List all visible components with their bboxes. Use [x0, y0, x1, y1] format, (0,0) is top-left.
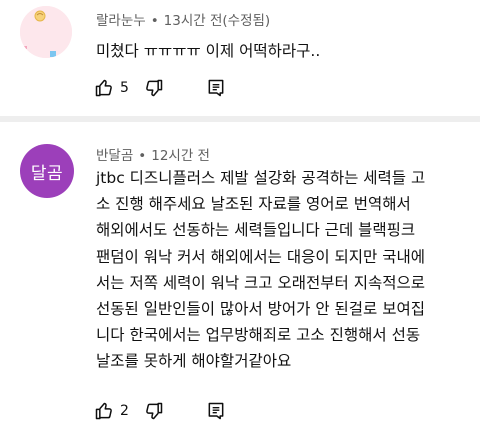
comment-text: 미쳤다 ㅠㅠㅠㅠ 이제 어떡하라구..	[96, 39, 320, 61]
comment-text: jtbc 디즈니플러스 제발 설강화 공격하는 세력들 고 소 진행 해주세요 …	[96, 165, 468, 375]
comment-text-line: 미쳤다 ㅠㅠㅠㅠ 이제 어떡하라구..	[96, 42, 321, 60]
comment-time[interactable]: 12시간 전	[151, 148, 210, 164]
comment-meta: 반달곰 • 12시간 전	[96, 144, 210, 164]
avatar[interactable]	[20, 6, 72, 58]
comment-text-line: 서는 저쪽 세력이 워낙 크고 오래전부터 지속적으로	[96, 273, 426, 292]
avatar-illustration	[20, 6, 72, 58]
thumbs-down-icon	[146, 79, 163, 97]
like-count: 5	[120, 80, 129, 96]
author-name[interactable]: 반달곰	[96, 148, 133, 164]
comment-actions: 2	[94, 399, 230, 423]
comment-text-line: 선동된 일반인들이 많아서 방어가 안 된걸로 보여집	[96, 299, 426, 318]
comment-text-line: 해외에서도 선동하는 세력들입니다 근데 블랙핑크	[96, 221, 416, 240]
author-name[interactable]: 랄라눈누	[96, 13, 146, 29]
comment-text-line: jtbc 디즈니플러스 제발 설강화 공격하는 세력들 고	[96, 169, 426, 187]
meta-separator: •	[150, 13, 159, 29]
dislike-button[interactable]	[144, 76, 206, 100]
avatar[interactable]: 달곰	[20, 144, 74, 198]
comment-actions: 5	[94, 76, 230, 100]
comment-text-line: 날조를 못하게 해야할거같아요	[96, 352, 292, 371]
reply-button[interactable]	[206, 399, 230, 423]
thumbs-up-icon	[95, 79, 112, 97]
meta-separator: •	[138, 148, 147, 164]
thumbs-down-icon	[146, 402, 163, 420]
dislike-button[interactable]	[144, 399, 206, 423]
like-button[interactable]: 2	[94, 399, 144, 423]
thumbs-up-icon	[95, 402, 112, 420]
reply-button[interactable]	[206, 76, 230, 100]
comment-divider	[0, 116, 480, 122]
comment-text-line: 소 진행 해주세요 날조된 자료를 영어로 번역해서	[96, 195, 411, 214]
comment-2: 달곰 반달곰 • 12시간 전 jtbc 디즈니플러스 제발 설강화 공격하는 세력…	[0, 126, 480, 432]
like-button[interactable]: 5	[94, 76, 144, 100]
comment-1: 랄라눈누 • 13시간 전(수정됨) 미쳤다 ㅠㅠㅠㅠ 이제 어떡하라구.. 5	[0, 0, 480, 110]
like-count: 2	[120, 403, 129, 419]
comment-text-line: 니다 한국에서는 업무방해죄로 고소 진행해서 선동	[96, 326, 421, 345]
reply-icon	[208, 402, 224, 420]
comment-time[interactable]: 13시간 전(수정됨)	[164, 13, 271, 29]
comment-text-line: 팬덤이 워낙 커서 해외에서는 대응이 되지만 국내에	[96, 247, 426, 266]
comment-meta: 랄라눈누 • 13시간 전(수정됨)	[96, 9, 270, 29]
reply-icon	[208, 79, 224, 97]
